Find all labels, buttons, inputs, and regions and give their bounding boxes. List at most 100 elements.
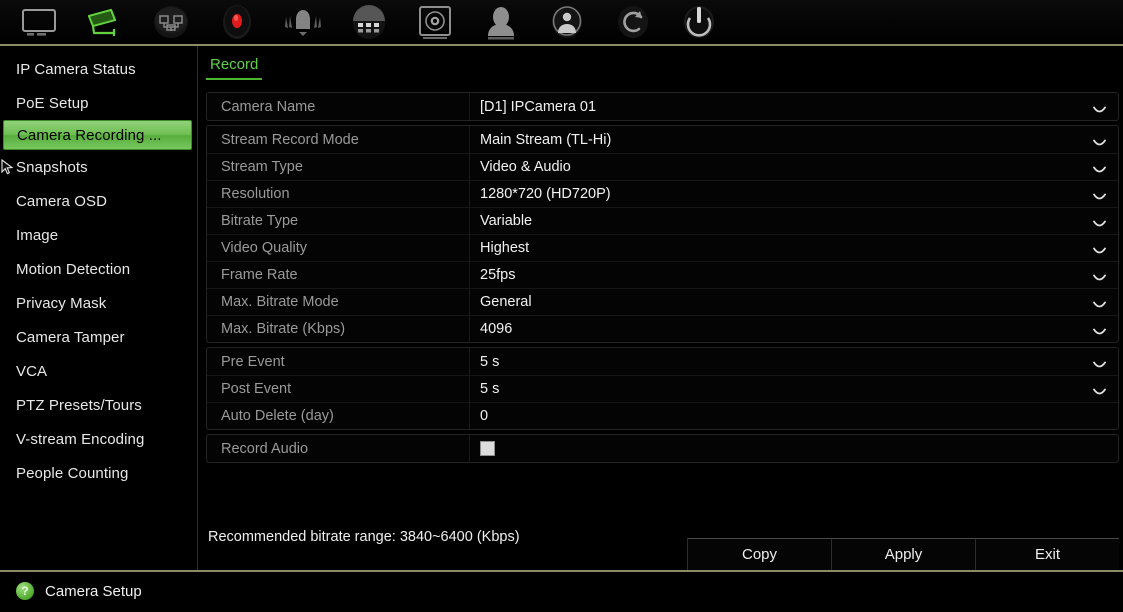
chevron-down-icon[interactable] <box>1093 297 1106 307</box>
field-max-bitrate-mode[interactable]: General <box>469 288 1118 315</box>
sidebar-item-label: PoE Setup <box>16 94 89 112</box>
label-auto-delete-day: Auto Delete (day) <box>221 407 334 424</box>
value-frame-rate: 25fps <box>480 266 516 283</box>
value-resolution: 1280*720 (HD720P) <box>480 185 611 202</box>
row-record-audio: Record Audio <box>207 435 1118 462</box>
settings-group-camera: Camera Name [D1] IPCamera 01 <box>206 92 1119 121</box>
sidebar-item-privacy-mask[interactable]: Privacy Mask <box>0 286 198 320</box>
value-max-bitrate-mode: General <box>480 293 532 310</box>
row-pre-event: Pre Event 5 s <box>207 348 1118 375</box>
field-camera-name[interactable]: [D1] IPCamera 01 <box>469 93 1118 120</box>
label-stream-type: Stream Type <box>221 158 303 175</box>
chevron-down-icon[interactable] <box>1093 270 1106 280</box>
sidebar-item-label: IP Camera Status <box>16 60 136 78</box>
field-record-audio[interactable] <box>469 435 1118 462</box>
chevron-down-icon[interactable] <box>1093 243 1106 253</box>
nvr-camera-setup-window: IP Camera Status PoE Setup Camera Record… <box>0 0 1123 612</box>
value-stream-record-mode: Main Stream (TL-Hi) <box>480 131 612 148</box>
network-icon[interactable] <box>138 1 204 45</box>
user-icon[interactable] <box>468 1 534 45</box>
record-icon[interactable] <box>204 1 270 45</box>
value-post-event: 5 s <box>480 380 500 397</box>
sidebar-item-label: Privacy Mask <box>16 294 107 312</box>
field-post-event[interactable]: 5 s <box>469 375 1118 402</box>
value-bitrate-type: Variable <box>480 212 533 229</box>
sidebar-item-poe-setup[interactable]: PoE Setup <box>0 86 198 120</box>
sidebar-item-motion-detection[interactable]: Motion Detection <box>0 252 198 286</box>
chevron-down-icon[interactable] <box>1093 324 1106 334</box>
sidebar-item-snapshots[interactable]: Snapshots <box>0 150 198 184</box>
record-audio-checkbox[interactable] <box>480 441 495 456</box>
sidebar-item-label: Camera Tamper <box>16 328 125 346</box>
sidebar-item-camera-osd[interactable]: Camera OSD <box>0 184 198 218</box>
tab-bar: Record <box>198 46 1123 80</box>
label-resolution: Resolution <box>221 185 290 202</box>
row-video-quality: Video Quality Highest <box>207 234 1118 261</box>
field-stream-record-mode[interactable]: Main Stream (TL-Hi) <box>469 126 1118 153</box>
hard-disk-icon[interactable] <box>402 1 468 45</box>
system-info-icon[interactable] <box>534 1 600 45</box>
settings-group-stream: Stream Record Mode Main Stream (TL-Hi) S… <box>206 125 1119 343</box>
exit-button[interactable]: Exit <box>975 538 1119 570</box>
status-bar-label: Camera Setup <box>45 582 142 600</box>
value-stream-type: Video & Audio <box>480 158 571 175</box>
sidebar-item-vca[interactable]: VCA <box>0 354 198 388</box>
label-video-quality: Video Quality <box>221 239 307 256</box>
field-pre-event[interactable]: 5 s <box>469 348 1118 375</box>
maintenance-icon[interactable] <box>600 1 666 45</box>
field-frame-rate[interactable]: 25fps <box>469 261 1118 288</box>
calendar-icon[interactable] <box>336 1 402 45</box>
sidebar-item-label: People Counting <box>16 464 129 482</box>
label-post-event: Post Event <box>221 380 292 397</box>
chevron-down-icon[interactable] <box>1093 189 1106 199</box>
chevron-down-icon[interactable] <box>1093 357 1106 367</box>
sidebar-item-ip-camera-status[interactable]: IP Camera Status <box>0 52 198 86</box>
label-bitrate-type: Bitrate Type <box>221 212 299 229</box>
alarm-icon[interactable] <box>270 1 336 45</box>
help-icon[interactable]: ? <box>16 582 34 600</box>
row-stream-record-mode: Stream Record Mode Main Stream (TL-Hi) <box>207 126 1118 153</box>
chevron-down-icon[interactable] <box>1093 216 1106 226</box>
field-resolution[interactable]: 1280*720 (HD720P) <box>469 180 1118 207</box>
row-frame-rate: Frame Rate 25fps <box>207 261 1118 288</box>
row-auto-delete-day: Auto Delete (day) 0 <box>207 402 1118 429</box>
tab-record[interactable]: Record <box>206 56 263 80</box>
sidebar-item-label: Snapshots <box>16 158 88 176</box>
value-pre-event: 5 s <box>480 353 500 370</box>
field-bitrate-type[interactable]: Variable <box>469 207 1118 234</box>
chevron-down-icon[interactable] <box>1093 384 1106 394</box>
record-settings-form: Camera Name [D1] IPCamera 01 Stream Reco… <box>206 92 1119 467</box>
label-max-bitrate-mode: Max. Bitrate Mode <box>221 293 339 310</box>
sidebar-item-label: Motion Detection <box>16 260 131 278</box>
label-record-audio: Record Audio <box>221 440 309 457</box>
row-max-bitrate-kbps: Max. Bitrate (Kbps) 4096 <box>207 315 1118 342</box>
sidebar-item-label: Camera OSD <box>16 192 108 210</box>
field-auto-delete-day[interactable]: 0 <box>469 402 1118 429</box>
cursor-pointer-icon <box>1 158 15 175</box>
sidebar-item-v-stream-encoding[interactable]: V-stream Encoding <box>0 422 198 456</box>
row-post-event: Post Event 5 s <box>207 375 1118 402</box>
camera-icon[interactable] <box>72 1 138 45</box>
sidebar-item-camera-recording[interactable]: Camera Recording ... <box>3 120 192 150</box>
copy-button[interactable]: Copy <box>687 538 831 570</box>
value-video-quality: Highest <box>480 239 530 256</box>
sidebar-item-people-counting[interactable]: People Counting <box>0 456 198 490</box>
label-pre-event: Pre Event <box>221 353 285 370</box>
sidebar-item-label: Image <box>16 226 59 244</box>
field-max-bitrate-kbps[interactable]: 4096 <box>469 315 1118 342</box>
value-camera-name: [D1] IPCamera 01 <box>480 98 597 115</box>
sidebar-item-camera-tamper[interactable]: Camera Tamper <box>0 320 198 354</box>
field-stream-type[interactable]: Video & Audio <box>469 153 1118 180</box>
chevron-down-icon[interactable] <box>1093 135 1106 145</box>
apply-button[interactable]: Apply <box>831 538 975 570</box>
chevron-down-icon[interactable] <box>1093 162 1106 172</box>
monitor-icon[interactable] <box>6 1 72 45</box>
row-stream-type: Stream Type Video & Audio <box>207 153 1118 180</box>
sidebar-item-ptz-presets-tours[interactable]: PTZ Presets/Tours <box>0 388 198 422</box>
sidebar-item-image[interactable]: Image <box>0 218 198 252</box>
shutdown-icon[interactable] <box>666 1 732 45</box>
field-video-quality[interactable]: Highest <box>469 234 1118 261</box>
sidebar-item-label: Camera Recording ... <box>17 126 162 144</box>
chevron-down-icon[interactable] <box>1093 102 1106 112</box>
settings-group-audio: Record Audio <box>206 434 1119 463</box>
